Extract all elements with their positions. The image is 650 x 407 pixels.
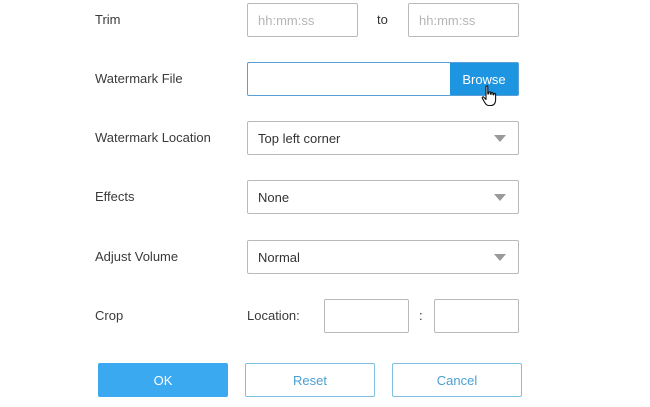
- ok-button[interactable]: OK: [98, 363, 228, 397]
- effects-label: Effects: [95, 189, 135, 204]
- caret-down-icon: [494, 253, 506, 261]
- trim-label: Trim: [95, 12, 121, 27]
- adjust-volume-select[interactable]: Normal: [247, 240, 519, 274]
- watermark-file-label: Watermark File: [95, 71, 183, 86]
- watermark-location-select[interactable]: Top left corner: [247, 121, 519, 155]
- video-settings-form: Trim to Watermark File Browse Watermark …: [0, 0, 650, 407]
- trim-end-input[interactable]: [408, 3, 519, 37]
- caret-down-icon: [494, 193, 506, 201]
- crop-separator: :: [419, 308, 423, 323]
- watermark-location-label: Watermark Location: [95, 130, 211, 145]
- reset-button[interactable]: Reset: [245, 363, 375, 397]
- watermark-location-value: Top left corner: [258, 130, 341, 146]
- watermark-file-picker: Browse: [247, 62, 519, 96]
- crop-location-label: Location:: [247, 308, 300, 323]
- crop-y-input[interactable]: [434, 299, 519, 333]
- trim-separator: to: [377, 12, 388, 27]
- adjust-volume-value: Normal: [258, 249, 300, 265]
- watermark-file-path-input[interactable]: [248, 63, 450, 95]
- effects-value: None: [258, 189, 290, 205]
- crop-label: Crop: [95, 308, 124, 323]
- effects-select[interactable]: None: [247, 180, 519, 214]
- trim-start-input[interactable]: [247, 3, 358, 37]
- browse-button[interactable]: Browse: [450, 63, 518, 95]
- cancel-button[interactable]: Cancel: [392, 363, 522, 397]
- caret-down-icon: [494, 134, 506, 142]
- crop-x-input[interactable]: [324, 299, 409, 333]
- adjust-volume-label: Adjust Volume: [95, 249, 179, 264]
